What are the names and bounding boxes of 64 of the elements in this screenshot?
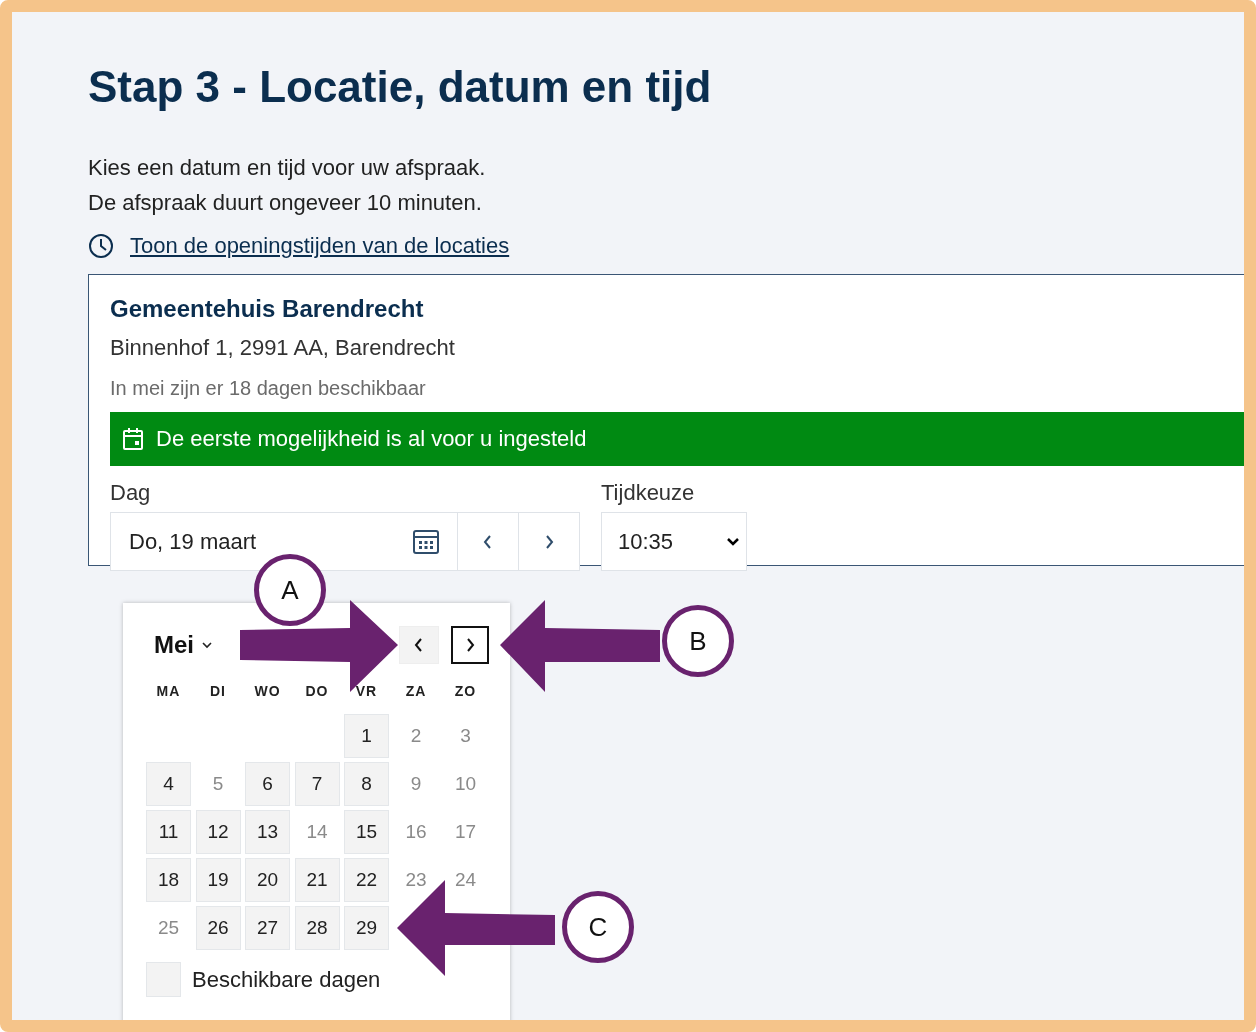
clock-icon xyxy=(88,233,114,259)
calendar-day: 14 xyxy=(294,810,340,854)
calendar-day[interactable]: 20 xyxy=(245,858,290,902)
weekday-label: ZO xyxy=(453,682,478,701)
chevron-down-icon xyxy=(202,641,212,649)
calendar-day[interactable]: 8 xyxy=(344,762,389,806)
calendar-day[interactable]: 4 xyxy=(146,762,191,806)
day-label: Dag xyxy=(110,480,151,506)
weekday-label: WO xyxy=(253,682,282,701)
annotation-marker: B xyxy=(662,605,734,677)
calendar-day[interactable]: 19 xyxy=(195,858,241,902)
calendar-day: 9 xyxy=(393,762,439,806)
chevron-left-icon xyxy=(483,534,493,549)
calendar-day[interactable]: 1 xyxy=(344,714,389,758)
calendar-day[interactable]: 29 xyxy=(344,906,389,950)
calendar-day[interactable]: 13 xyxy=(245,810,290,854)
calendar-day[interactable]: 21 xyxy=(294,858,340,902)
weekday-label: DO xyxy=(304,682,330,701)
calendar-day: 16 xyxy=(393,810,439,854)
intro-text: Kies een datum en tijd voor uw afspraak. xyxy=(88,154,486,182)
legend-swatch xyxy=(146,962,181,997)
annotation-marker: C xyxy=(562,891,634,963)
calendar-day: 17 xyxy=(443,810,488,854)
weekday-label: MA xyxy=(155,682,182,701)
location-address: Binnenhof 1, 2991 AA, Barendrecht xyxy=(110,335,455,361)
calendar-day[interactable]: 12 xyxy=(195,810,241,854)
page-heading: Stap 3 - Locatie, datum en tijd xyxy=(88,62,712,112)
calendar-day: 3 xyxy=(443,714,488,758)
calendar-day: 24 xyxy=(443,858,488,902)
weekday-label: DI xyxy=(209,682,227,701)
calendar-day[interactable]: 7 xyxy=(294,762,340,806)
calendar-day[interactable]: 6 xyxy=(245,762,290,806)
chevron-left-icon xyxy=(414,638,424,652)
time-select[interactable]: 10:35 xyxy=(601,512,747,571)
weekday-label: ZA xyxy=(404,682,428,701)
calendar-day[interactable]: 27 xyxy=(245,906,290,950)
chevron-down-icon xyxy=(726,536,740,547)
previous-month-button[interactable] xyxy=(399,626,439,664)
calendar-day[interactable]: 28 xyxy=(294,906,340,950)
calendar-day: 10 xyxy=(443,762,488,806)
time-label: Tijdkeuze xyxy=(601,480,695,506)
next-month-button[interactable] xyxy=(451,626,489,664)
notice-text: De eerste mogelijkheid is al voor u ingesteld xyxy=(156,426,587,452)
calendar-day: 5 xyxy=(195,762,241,806)
location-name: Gemeentehuis Barendrecht xyxy=(110,295,424,323)
opening-hours-link[interactable]: Toon de openingstijden van de locaties xyxy=(130,233,510,259)
chevron-right-icon xyxy=(465,638,475,652)
calendar-day[interactable]: 15 xyxy=(344,810,389,854)
calendar-day: 25 xyxy=(146,906,191,950)
weekday-label: VR xyxy=(354,682,379,701)
calendar-day[interactable]: 26 xyxy=(195,906,241,950)
calendar-icon xyxy=(122,427,144,451)
calendar-day: 2 xyxy=(393,714,439,758)
chevron-right-icon xyxy=(544,534,554,549)
calendar-day: 23 xyxy=(393,858,439,902)
calendar-day[interactable]: 18 xyxy=(146,858,191,902)
availability-text: In mei zijn er 18 dagen beschikbaar xyxy=(110,377,426,400)
legend-text: Beschikbare dagen xyxy=(192,966,381,993)
calendar-day[interactable]: 11 xyxy=(146,810,191,854)
calendar-icon[interactable] xyxy=(413,528,439,555)
date-field[interactable]: Do, 19 maart xyxy=(110,512,458,571)
calendar-day[interactable]: 22 xyxy=(344,858,389,902)
intro-text: De afspraak duurt ongeveer 10 minuten. xyxy=(88,189,482,217)
month-dropdown[interactable]: Mei xyxy=(154,631,212,659)
